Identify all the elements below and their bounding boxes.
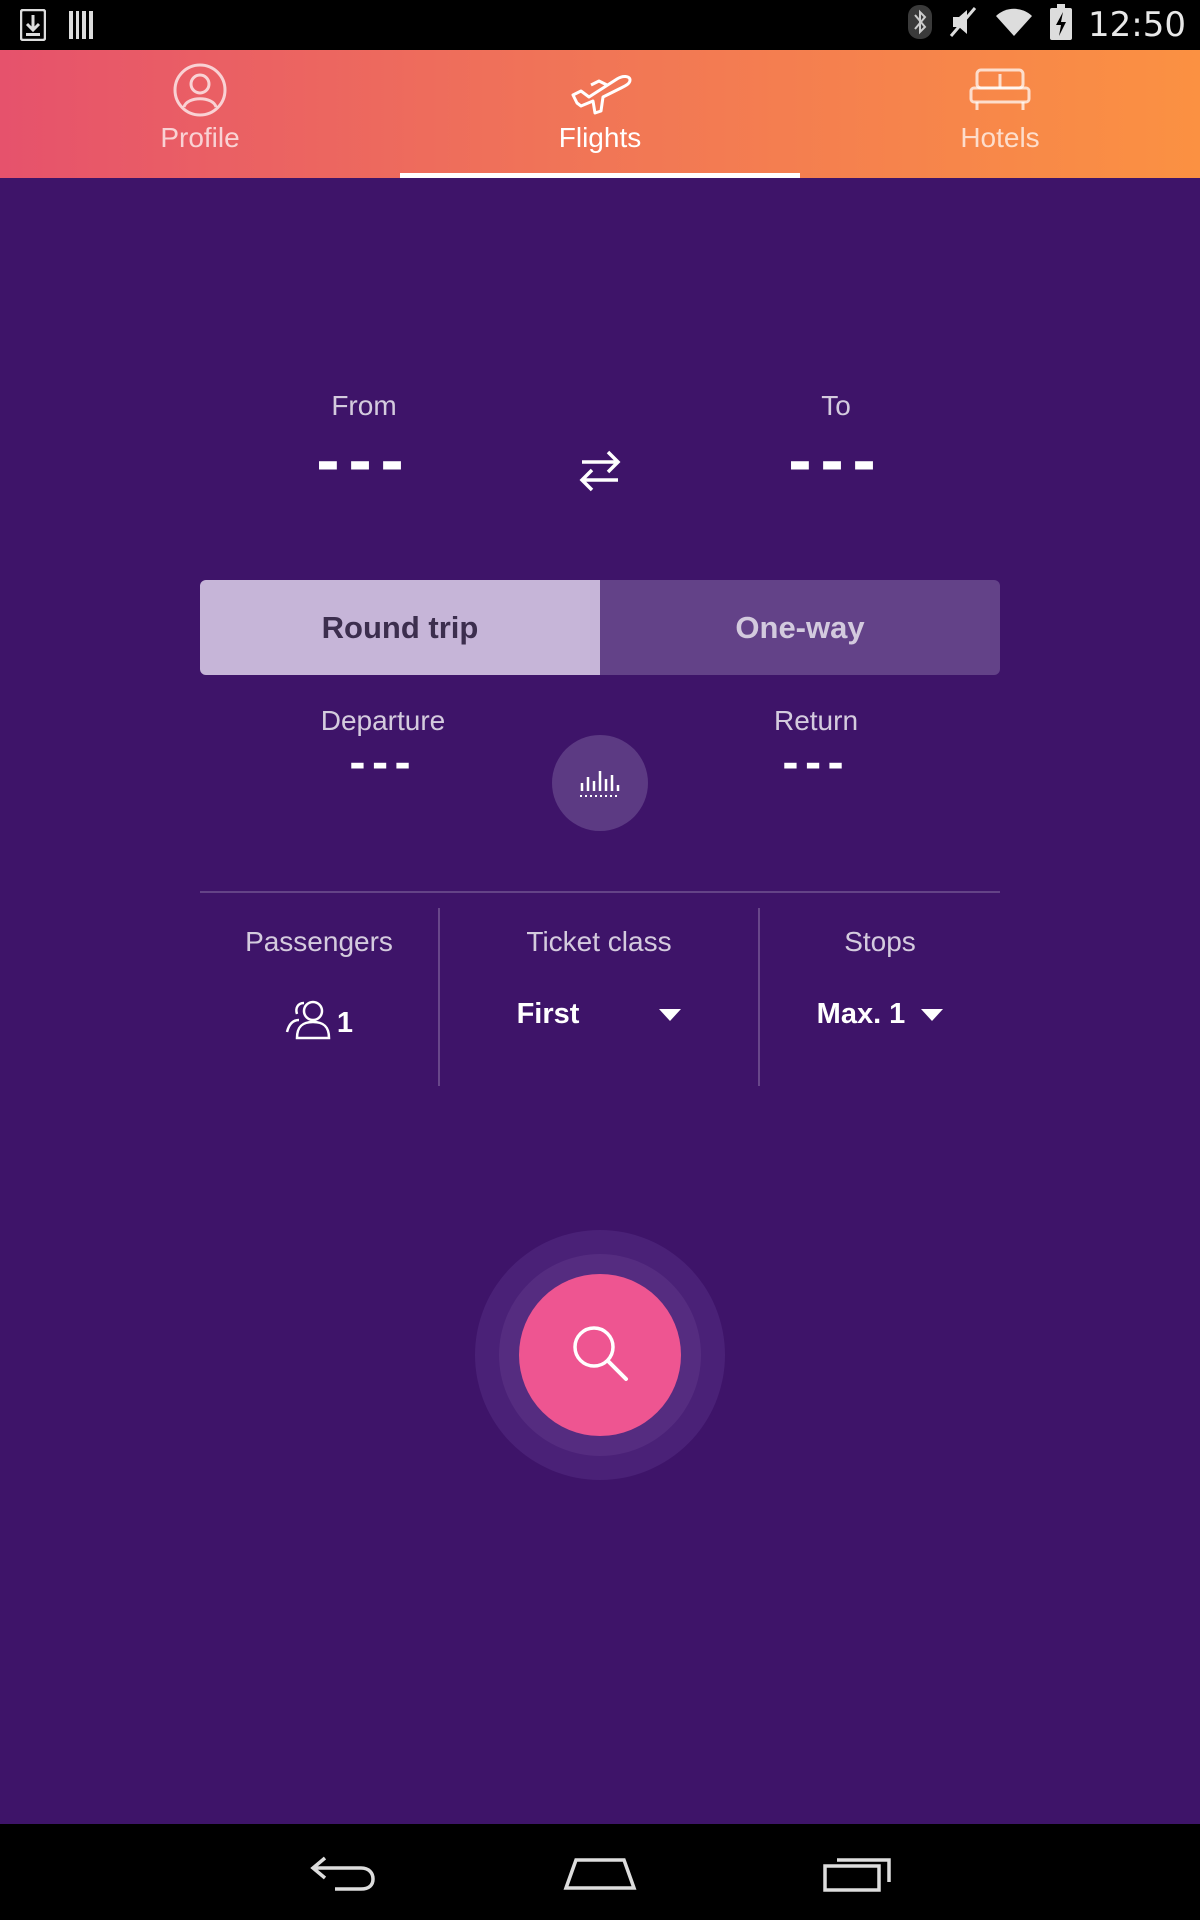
mute-icon bbox=[948, 5, 978, 44]
bed-icon bbox=[969, 62, 1031, 118]
system-nav-bar bbox=[0, 1824, 1200, 1920]
passengers-option[interactable]: Passengers 1 bbox=[200, 908, 438, 1086]
tab-hotels-label: Hotels bbox=[960, 122, 1040, 153]
departure-field[interactable]: Departure --- bbox=[253, 705, 513, 787]
download-icon bbox=[19, 8, 47, 46]
from-value: --- bbox=[315, 428, 413, 496]
search-icon bbox=[568, 1321, 632, 1390]
tab-flights[interactable]: Flights bbox=[400, 50, 800, 178]
tab-profile[interactable]: Profile bbox=[0, 50, 400, 178]
passengers-label: Passengers bbox=[245, 926, 393, 957]
tab-flights-label: Flights bbox=[558, 122, 642, 153]
one-way-button[interactable]: One-way bbox=[600, 580, 1000, 675]
section-divider bbox=[200, 891, 1000, 893]
status-time: 12:50 bbox=[1088, 4, 1186, 45]
to-field[interactable]: To --- bbox=[716, 390, 956, 496]
date-selector: Departure --- Return --- bbox=[0, 705, 1200, 855]
active-tab-indicator bbox=[400, 173, 800, 178]
tab-profile-label: Profile bbox=[160, 122, 240, 153]
stops-dropdown[interactable]: Stops Max. 1 bbox=[760, 908, 1000, 1086]
return-label: Return bbox=[773, 705, 859, 736]
price-calendar-button[interactable] bbox=[552, 735, 648, 831]
trip-type-toggle: Round trip One-way bbox=[200, 580, 1000, 675]
battery-charging-icon bbox=[1050, 4, 1073, 45]
search-button[interactable] bbox=[519, 1274, 681, 1436]
recents-icon[interactable] bbox=[812, 1842, 902, 1902]
airplane-icon bbox=[567, 62, 633, 118]
departure-value: --- bbox=[349, 741, 417, 787]
bluetooth-icon bbox=[908, 5, 933, 44]
wifi-icon bbox=[994, 6, 1034, 43]
stops-label: Stops bbox=[844, 926, 916, 957]
return-value: --- bbox=[782, 741, 850, 787]
chevron-down-icon bbox=[659, 1008, 682, 1021]
ticket-class-dropdown[interactable]: Ticket class First bbox=[440, 908, 758, 1086]
swap-arrows-icon[interactable] bbox=[570, 440, 630, 500]
to-value: --- bbox=[787, 428, 885, 496]
price-calendar-icon bbox=[578, 763, 622, 804]
chevron-down-icon bbox=[921, 1008, 944, 1021]
barcode-icon bbox=[68, 9, 94, 46]
return-field[interactable]: Return --- bbox=[686, 705, 946, 787]
passengers-icon bbox=[285, 998, 331, 1048]
profile-icon bbox=[172, 62, 228, 118]
route-selector: From --- To --- bbox=[0, 390, 1200, 510]
stops-value: Max. 1 bbox=[816, 998, 906, 1030]
passengers-value: 1 bbox=[336, 1006, 354, 1039]
from-label: From bbox=[331, 390, 397, 421]
departure-label: Departure bbox=[320, 705, 446, 736]
flight-options: Passengers 1 Ticket class First Stops Ma… bbox=[200, 908, 1000, 1086]
ticket-class-value: First bbox=[516, 998, 580, 1030]
to-label: To bbox=[821, 390, 851, 421]
tab-hotels[interactable]: Hotels bbox=[800, 50, 1200, 178]
round-trip-button[interactable]: Round trip bbox=[200, 580, 600, 675]
top-tab-bar: Profile Flights Hotels bbox=[0, 50, 1200, 178]
back-icon[interactable] bbox=[298, 1842, 388, 1902]
status-bar: 12:50 bbox=[0, 0, 1200, 50]
from-field[interactable]: From --- bbox=[244, 390, 484, 496]
ticket-class-label: Ticket class bbox=[526, 926, 672, 957]
home-icon[interactable] bbox=[555, 1842, 645, 1902]
